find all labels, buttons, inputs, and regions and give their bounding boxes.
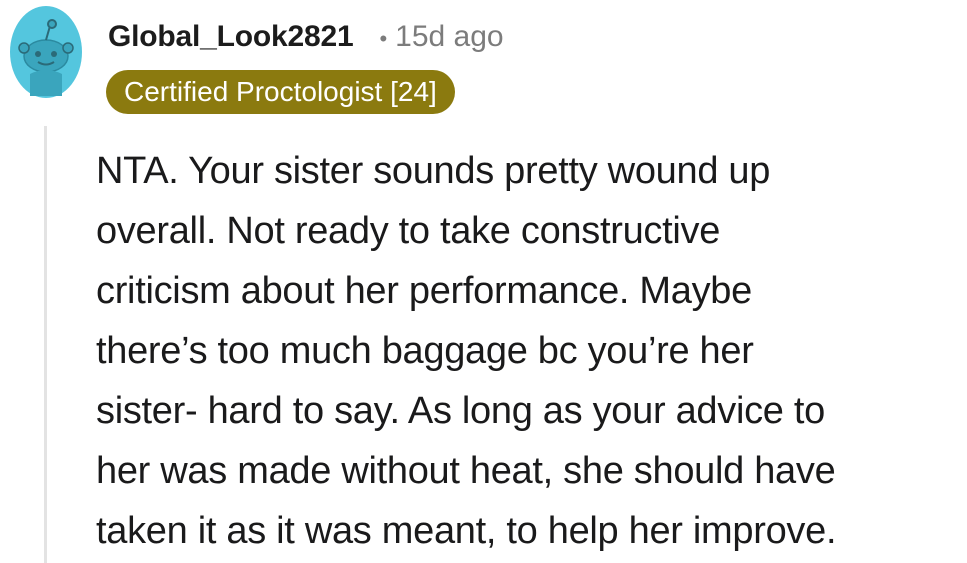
comment-body-line: her was made without heat, she should ha…: [96, 450, 836, 492]
author-username[interactable]: Global_Look2821: [108, 20, 354, 54]
comment-body-line: NTA. Your sister sounds pretty wound up: [96, 150, 771, 192]
comment-body-line: overall. Not ready to take constructive: [96, 210, 721, 252]
comment-meta: Global_Look2821 • 15d ago: [108, 20, 504, 54]
comment-body-line: there’s too much baggage bc you’re her: [96, 330, 754, 372]
snoo-icon: [10, 6, 82, 98]
comment: Global_Look2821 • 15d ago Certified Proc…: [0, 0, 967, 563]
reddit-snoo-avatar-icon[interactable]: [10, 4, 82, 100]
timestamp[interactable]: 15d ago: [395, 20, 503, 54]
comment-body-line: sister- hard to say. As long as your adv…: [96, 390, 825, 432]
comment-body-line: criticism about her performance. Maybe: [96, 270, 752, 312]
thread-line[interactable]: [44, 126, 47, 563]
separator-dot: •: [379, 26, 388, 51]
user-flair-badge: Certified Proctologist [24]: [106, 70, 455, 114]
comment-body-line: taken it as it was meant, to help her im…: [96, 510, 837, 552]
comment-body: NTA. Your sister sounds pretty wound up …: [96, 141, 956, 561]
